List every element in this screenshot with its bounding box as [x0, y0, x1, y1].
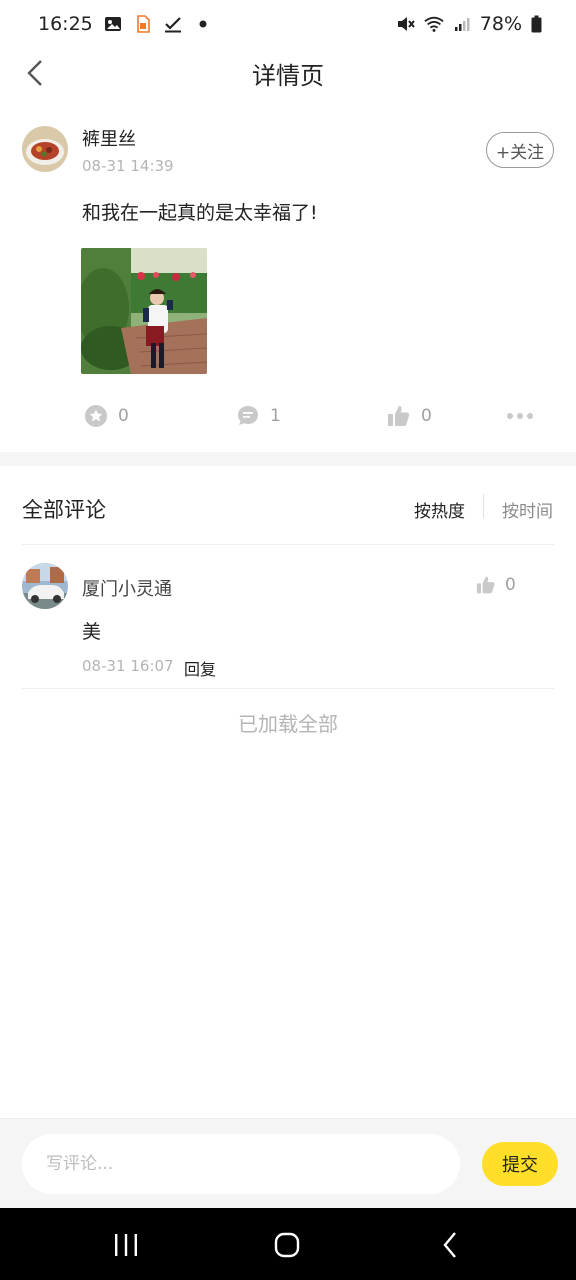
comment-input[interactable]: [22, 1134, 460, 1194]
comment-time: 08-31 16:07: [82, 657, 174, 675]
divider: [22, 688, 554, 689]
battery-percent: 78%: [479, 13, 522, 35]
status-time: 16:25: [38, 13, 93, 35]
status-bar: 16:25 78%: [0, 0, 576, 48]
star-icon: [85, 405, 107, 427]
thumbs-up-icon: [476, 576, 495, 594]
author-name[interactable]: 裤里丝: [82, 125, 136, 151]
comment-item: 厦门小灵通 0 美 08-31 16:07 回复: [0, 545, 576, 689]
comments-title: 全部评论: [22, 498, 106, 522]
wifi-icon: [424, 14, 444, 34]
loaded-all-text: 已加载全部: [238, 712, 338, 736]
thumbs-up-icon: [388, 406, 410, 426]
sort-by-hot-tab[interactable]: 按热度: [414, 497, 465, 522]
mute-icon: [396, 14, 416, 34]
commenter-avatar[interactable]: [22, 563, 68, 609]
signal-icon: [452, 14, 472, 34]
comment-count: 1: [270, 406, 281, 426]
sort-by-time-tab[interactable]: 按时间: [502, 497, 553, 522]
dot-icon: [193, 14, 213, 34]
recent-apps-icon: [115, 1234, 137, 1256]
back-icon: [443, 1232, 456, 1258]
sort-divider: [483, 494, 484, 518]
home-button[interactable]: [267, 1230, 307, 1260]
status-right: 78%: [396, 13, 542, 35]
favorite-count: 0: [118, 406, 129, 426]
check-icon: [163, 14, 183, 34]
comments-header: 全部评论 按热度 按时间: [0, 466, 576, 544]
author-avatar[interactable]: [22, 126, 68, 172]
page-title: 详情页: [252, 62, 324, 90]
post-action-row: 0 1 0: [0, 398, 576, 436]
system-nav-bar: [0, 1208, 576, 1280]
post-time: 08-31 14:39: [82, 157, 174, 175]
more-dots-icon: [507, 413, 533, 419]
app-notification-icon: [133, 14, 153, 34]
post-card: 裤里丝 08-31 14:39 +关注 和我在一起真的是太幸福了! 0 1 0: [0, 98, 576, 452]
post-photo[interactable]: [81, 248, 207, 374]
section-divider: [0, 452, 576, 466]
post-text: 和我在一起真的是太幸福了!: [82, 202, 318, 224]
comment-like-button[interactable]: 0: [476, 575, 516, 595]
status-left: 16:25: [38, 13, 213, 35]
nav-bar: 详情页: [0, 48, 576, 98]
commenter-name[interactable]: 厦门小灵通: [82, 575, 172, 601]
follow-button[interactable]: +关注: [486, 132, 554, 168]
comment-bubble-icon: [238, 406, 258, 425]
comment-text: 美: [82, 621, 102, 643]
reply-button[interactable]: 回复: [184, 656, 216, 680]
home-icon: [274, 1232, 300, 1258]
comment-input-bar: 提交: [0, 1118, 576, 1208]
comment-like-count: 0: [505, 575, 516, 595]
system-back-button[interactable]: [430, 1230, 470, 1260]
submit-button[interactable]: 提交: [482, 1142, 558, 1186]
like-count: 0: [421, 406, 432, 426]
battery-icon: [530, 14, 542, 34]
recent-apps-button[interactable]: [106, 1230, 146, 1260]
comment-action[interactable]: 1: [236, 404, 281, 428]
like-action[interactable]: 0: [387, 404, 432, 428]
gallery-icon: [103, 14, 123, 34]
favorite-action[interactable]: 0: [84, 404, 129, 428]
more-button[interactable]: [506, 412, 534, 420]
